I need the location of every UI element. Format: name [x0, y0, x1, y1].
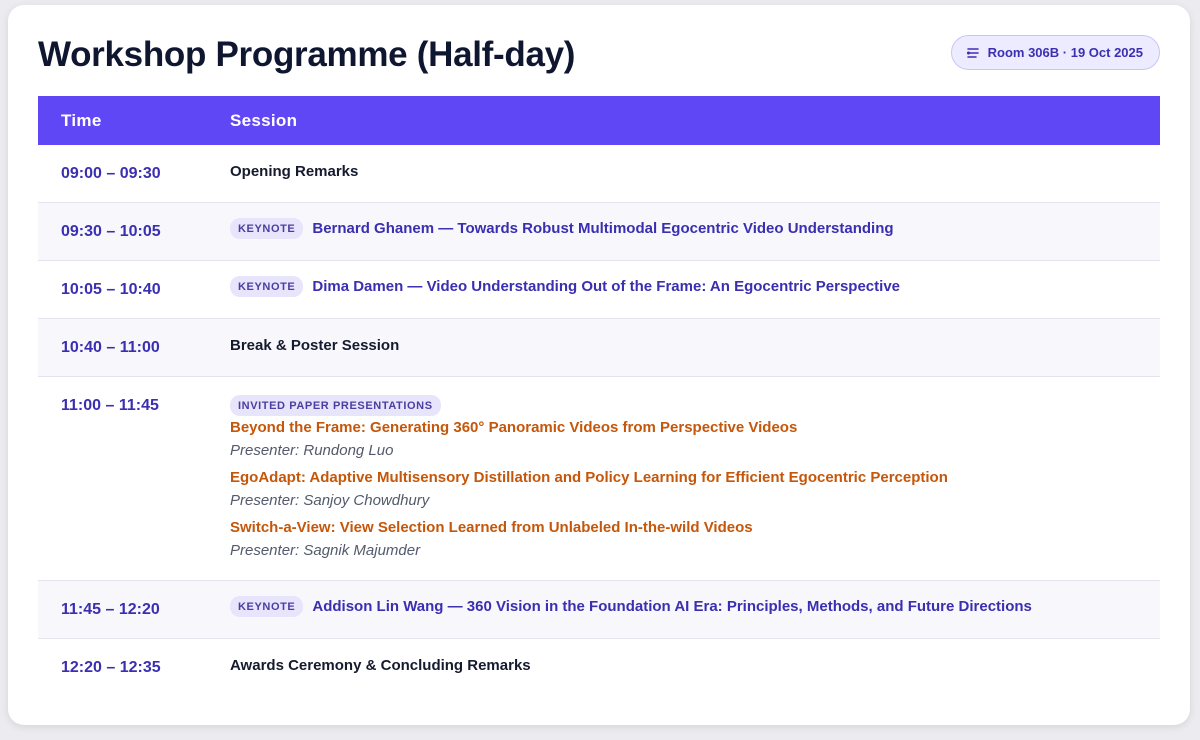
session-title: Break & Poster Session — [230, 337, 400, 354]
session-cell: KEYNOTE Addison Lin Wang — 360 Vision in… — [230, 581, 1160, 638]
column-header-session: Session — [230, 110, 298, 130]
time-cell: 11:00 – 11:45 — [61, 397, 159, 414]
table-row: 11:00 – 11:45 INVITED PAPER PRESENTATION… — [38, 377, 1160, 581]
schedule-table: Time Session 09:00 – 09:30 Opening Remar… — [38, 96, 1160, 697]
invited-papers-tag: INVITED PAPER PRESENTATIONS — [230, 395, 441, 416]
table-row: 12:20 – 12:35 Awards Ceremony & Concludi… — [38, 639, 1160, 697]
keynote-tag: KEYNOTE — [230, 218, 304, 239]
time-cell: 10:05 – 10:40 — [61, 281, 161, 298]
session-cell: KEYNOTE Dima Damen — Video Understanding… — [230, 261, 1160, 318]
schedule-icon — [966, 46, 980, 60]
keynote-title: Dima Damen — Video Understanding Out of … — [312, 278, 900, 295]
time-cell: 09:30 – 10:05 — [61, 223, 161, 240]
room-date-badge: Room 306B · 19 Oct 2025 — [950, 35, 1160, 70]
paper-presenter: Presenter: Sagnik Majumder — [230, 542, 421, 559]
table-header: Time Session — [38, 96, 1160, 145]
column-header-time: Time — [61, 110, 102, 130]
session-title: Awards Ceremony & Concluding Remarks — [230, 657, 531, 674]
table-row: 10:40 – 11:00 Break & Poster Session — [38, 319, 1160, 377]
paper-title: EgoAdapt: Adaptive Multisensory Distilla… — [230, 469, 948, 486]
time-cell: 11:45 – 12:20 — [61, 601, 160, 618]
keynote-title: Bernard Ghanem — Towards Robust Multimod… — [312, 220, 894, 237]
paper-item: EgoAdapt: Adaptive Multisensory Distilla… — [230, 469, 1160, 509]
time-cell: 09:00 – 09:30 — [61, 165, 161, 182]
session-cell: Opening Remarks — [230, 145, 1160, 202]
time-cell: 10:40 – 11:00 — [61, 339, 160, 356]
session-cell: KEYNOTE Bernard Ghanem — Towards Robust … — [230, 203, 1160, 260]
session-cell: Break & Poster Session — [230, 319, 1160, 376]
paper-presenter: Presenter: Sanjoy Chowdhury — [230, 492, 430, 509]
badge-label: Room 306B · 19 Oct 2025 — [987, 45, 1143, 60]
time-cell: 12:20 – 12:35 — [61, 659, 161, 676]
table-row: 11:45 – 12:20 KEYNOTE Addison Lin Wang —… — [38, 581, 1160, 639]
session-cell: Awards Ceremony & Concluding Remarks — [230, 639, 1160, 697]
table-row: 09:30 – 10:05 KEYNOTE Bernard Ghanem — T… — [38, 203, 1160, 261]
paper-item: Beyond the Frame: Generating 360° Panora… — [230, 419, 1160, 459]
keynote-tag: KEYNOTE — [230, 276, 304, 297]
session-title: Opening Remarks — [230, 163, 359, 180]
paper-item: Switch-a-View: View Selection Learned fr… — [230, 519, 1160, 559]
page-title: Workshop Programme (Half-day) — [38, 35, 576, 74]
paper-title: Switch-a-View: View Selection Learned fr… — [230, 519, 753, 536]
keynote-tag: KEYNOTE — [230, 596, 304, 617]
table-row: 09:00 – 09:30 Opening Remarks — [38, 145, 1160, 203]
session-cell: INVITED PAPER PRESENTATIONS Beyond the F… — [230, 377, 1160, 580]
programme-card: Workshop Programme (Half-day) Room 306B … — [8, 5, 1190, 725]
paper-title: Beyond the Frame: Generating 360° Panora… — [230, 419, 798, 436]
table-row: 10:05 – 10:40 KEYNOTE Dima Damen — Video… — [38, 261, 1160, 319]
paper-presenter: Presenter: Rundong Luo — [230, 442, 394, 459]
keynote-title: Addison Lin Wang — 360 Vision in the Fou… — [312, 598, 1032, 615]
